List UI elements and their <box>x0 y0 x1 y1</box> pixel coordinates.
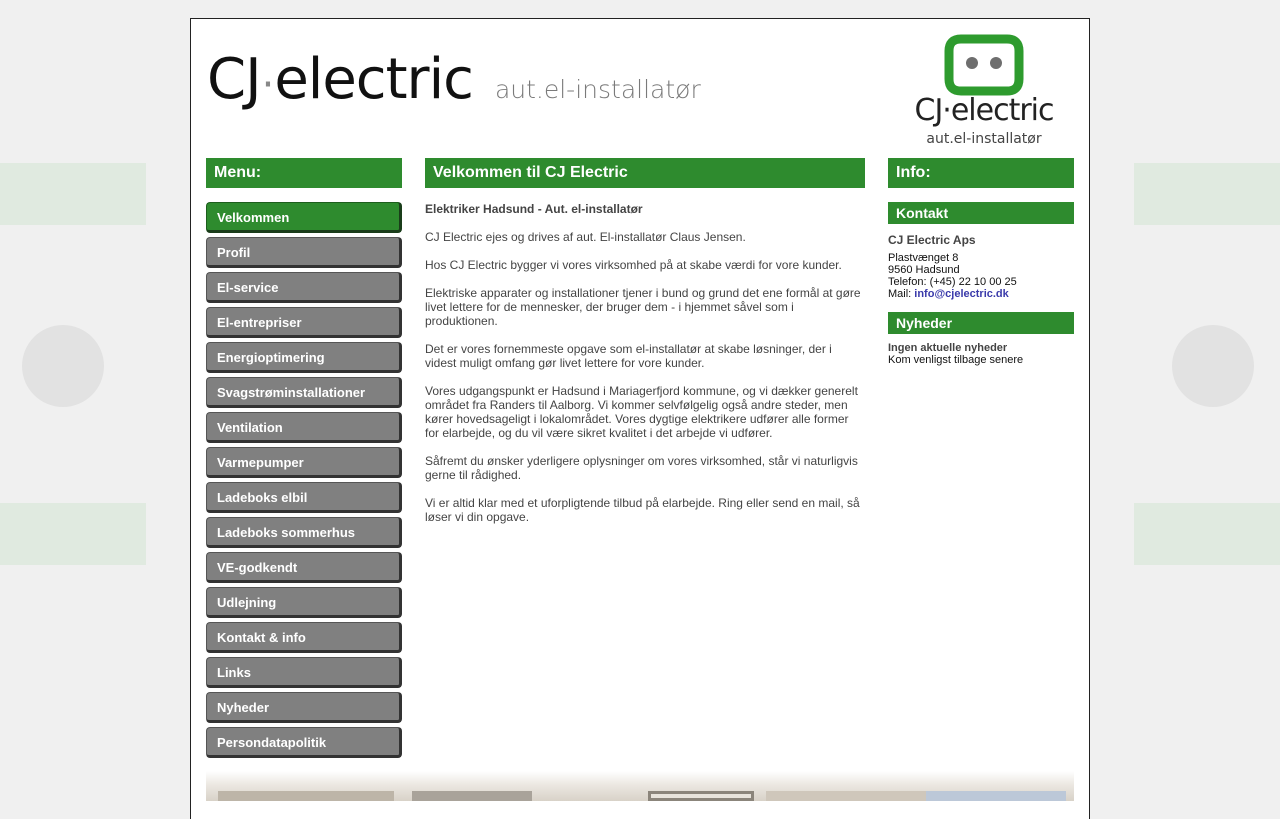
menu-item-svagstroem[interactable]: Svagstrøminstallationer <box>206 377 402 408</box>
paragraph: Elektriske apparater og installationer t… <box>425 286 861 328</box>
background-band <box>0 163 146 225</box>
menu-item-ladeboks-sommerhus[interactable]: Ladeboks sommerhus <box>206 517 402 548</box>
background-band <box>0 503 146 565</box>
background-band <box>1134 163 1280 225</box>
menu-heading: Menu: <box>206 158 402 188</box>
phone-number: Telefon: (+45) 22 10 00 25 <box>888 276 1017 288</box>
info-sidebar: Kontakt CJ Electric Aps Plastvænget 8 95… <box>888 202 1074 366</box>
menu-item-nyheder[interactable]: Nyheder <box>206 692 402 723</box>
news-title: Ingen aktuelle nyheder <box>888 342 1008 354</box>
main-content: Elektriker Hadsund - Aut. el-installatør… <box>425 202 865 538</box>
page-container: CJ · electric aut.el-installatør CJ·elec… <box>190 18 1090 819</box>
page-title: Velkommen til CJ Electric <box>425 158 865 188</box>
company-logo[interactable]: CJ·electric aut.el-installatør <box>901 27 1067 151</box>
paragraph: Såfremt du ønsker yderligere oplysninger… <box>425 454 858 482</box>
brand-cj: CJ <box>207 47 262 112</box>
background-circle <box>1172 325 1254 407</box>
background-band <box>1134 503 1280 565</box>
contact-heading: Kontakt <box>888 202 1074 224</box>
paragraph: Vi er altid klar med et uforpligtende ti… <box>425 496 860 524</box>
menu-item-ventilation[interactable]: Ventilation <box>206 412 402 443</box>
paragraph: Det er vores fornemmeste opgave som el-i… <box>425 342 832 370</box>
paragraph: CJ Electric ejes og drives af aut. El-in… <box>425 230 746 244</box>
city-address: 9560 Hadsund <box>888 264 960 276</box>
paragraph: Hos CJ Electric bygger vi vores virksomh… <box>425 258 842 272</box>
intro-lead: Elektriker Hadsund - Aut. el-installatør <box>425 202 643 216</box>
brand-dot: · <box>261 62 275 108</box>
side-menu: Velkommen Profil El-service El-entrepris… <box>206 202 402 762</box>
menu-item-el-service[interactable]: El-service <box>206 272 402 303</box>
company-name: CJ Electric Aps <box>888 233 976 247</box>
news-heading: Nyheder <box>888 312 1074 334</box>
background-circle <box>22 325 104 407</box>
brand-electric: electric <box>274 47 474 112</box>
menu-item-velkommen[interactable]: Velkommen <box>206 202 402 233</box>
menu-item-udlejning[interactable]: Udlejning <box>206 587 402 618</box>
site-brand[interactable]: CJ · electric aut.el-installatør <box>207 47 701 112</box>
menu-item-varmepumper[interactable]: Varmepumper <box>206 447 402 478</box>
menu-item-ve-godkendt[interactable]: VE-godkendt <box>206 552 402 583</box>
menu-item-kontakt-info[interactable]: Kontakt & info <box>206 622 402 653</box>
mail-line: Mail: info@cjelectric.dk <box>888 288 1074 300</box>
menu-item-persondatapolitik[interactable]: Persondatapolitik <box>206 727 402 758</box>
info-heading: Info: <box>888 158 1074 188</box>
menu-item-profil[interactable]: Profil <box>206 237 402 268</box>
paragraph: Vores udgangspunkt er Hadsund i Mariager… <box>425 384 858 440</box>
footer-photo <box>206 771 1074 801</box>
menu-item-energioptimering[interactable]: Energioptimering <box>206 342 402 373</box>
menu-item-el-entrepriser[interactable]: El-entrepriser <box>206 307 402 338</box>
mail-link[interactable]: info@cjelectric.dk <box>914 288 1008 300</box>
street-address: Plastvænget 8 <box>888 252 959 264</box>
brand-tagline: aut.el-installatør <box>494 75 701 104</box>
logo-name: CJ·electric <box>914 93 1055 128</box>
news-text: Kom venligst tilbage senere <box>888 354 1024 366</box>
logo-tagline: aut.el-installatør <box>926 131 1042 147</box>
menu-item-links[interactable]: Links <box>206 657 402 688</box>
plug-icon <box>944 34 1024 96</box>
menu-item-ladeboks-elbil[interactable]: Ladeboks elbil <box>206 482 402 513</box>
mail-label: Mail: <box>888 288 915 300</box>
